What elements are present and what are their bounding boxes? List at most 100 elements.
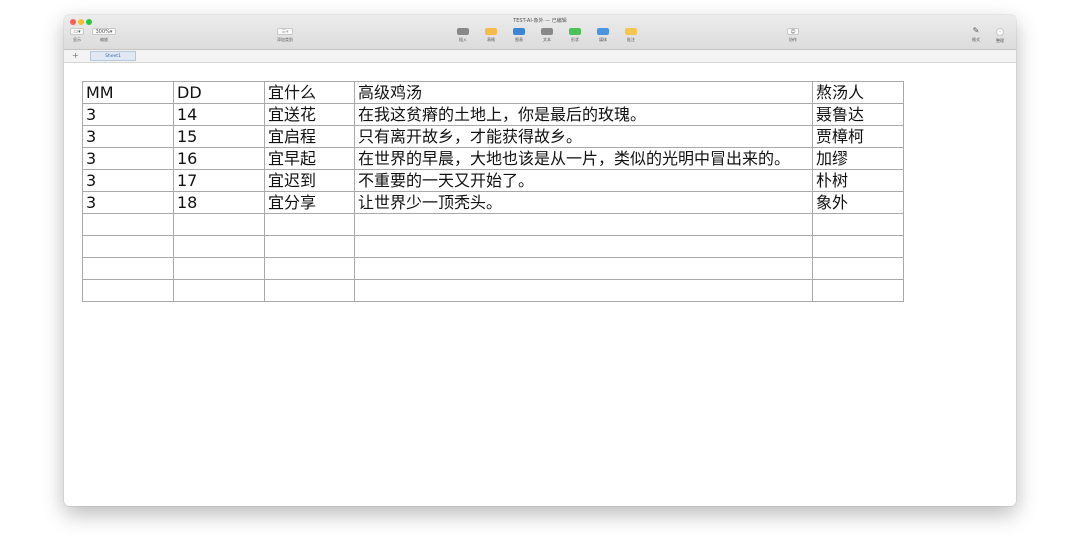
table-cell[interactable]: 14 bbox=[173, 103, 265, 126]
toolbar-label: 插入 bbox=[459, 37, 467, 42]
collaborate-label: 协作 bbox=[789, 37, 797, 42]
numbers-window: TEST-AI-象外 — 已编辑 ▭▾ 显示 300%▾ 缩放 ☰▾ 添加类别 … bbox=[64, 15, 1016, 506]
table-cell[interactable] bbox=[354, 235, 813, 258]
table-cell[interactable] bbox=[82, 213, 174, 236]
table-cell[interactable]: 17 bbox=[173, 169, 265, 192]
table-row: 3 14 宜送花 在我这贫瘠的土地上，你是最后的玫瑰。 聂鲁达 bbox=[82, 103, 904, 126]
table-row bbox=[82, 279, 904, 302]
window-title: TEST-AI-象外 — 已编辑 bbox=[513, 18, 567, 24]
table-cell[interactable] bbox=[812, 213, 904, 236]
sheet-tab-bar: + Sheet1 bbox=[64, 50, 1016, 63]
table-cell[interactable] bbox=[173, 279, 265, 302]
toolbar-media-button[interactable]: 媒体 bbox=[594, 28, 612, 43]
table-cell[interactable] bbox=[812, 257, 904, 280]
toolbar-comment-button[interactable]: 批注 bbox=[622, 28, 640, 43]
table-icon bbox=[485, 28, 497, 35]
table-cell[interactable]: 3 bbox=[82, 125, 174, 148]
organize-icon: ◦ bbox=[996, 28, 1004, 36]
table-cell[interactable] bbox=[173, 235, 265, 258]
add-sheet-button[interactable]: + bbox=[72, 50, 79, 61]
table-cell[interactable] bbox=[173, 257, 265, 280]
table-cell[interactable]: MM bbox=[82, 81, 174, 104]
category-icon: ☰▾ bbox=[277, 28, 293, 35]
table-cell[interactable]: 朴树 bbox=[812, 169, 904, 192]
toolbar-chart-button[interactable]: 图表 bbox=[510, 28, 528, 43]
toolbar-label: 表格 bbox=[487, 37, 495, 42]
table-cell[interactable] bbox=[354, 213, 813, 236]
text-icon bbox=[541, 28, 553, 35]
media-icon bbox=[597, 28, 609, 35]
table-row bbox=[82, 257, 904, 280]
zoom-label: 缩放 bbox=[100, 37, 108, 42]
toolbar-label: 媒体 bbox=[599, 37, 607, 42]
table-cell[interactable]: 聂鲁达 bbox=[812, 103, 904, 126]
table-cell[interactable] bbox=[812, 235, 904, 258]
organize-button[interactable]: ◦ 整理 bbox=[991, 28, 1009, 44]
sidebar-view-icon: ▭▾ bbox=[70, 28, 84, 35]
zoom-control[interactable]: 300%▾ 缩放 bbox=[91, 28, 117, 43]
toolbar: TEST-AI-象外 — 已编辑 ▭▾ 显示 300%▾ 缩放 ☰▾ 添加类别 … bbox=[64, 15, 1016, 50]
table-header-row: MM DD 宜什么 高级鸡汤 熬汤人 bbox=[82, 81, 904, 104]
toolbar-label: 批注 bbox=[627, 37, 635, 42]
table-cell[interactable]: 3 bbox=[82, 191, 174, 214]
table-cell[interactable]: 不重要的一天又开始了。 bbox=[354, 169, 813, 192]
view-button[interactable]: ▭▾ 显示 bbox=[67, 28, 87, 43]
table-row: 3 18 宜分享 让世界少一顶秃头。 象外 bbox=[82, 191, 904, 214]
table-row: 3 16 宜早起 在世界的早晨，大地也该是从一片，类似的光明中冒出来的。 加缪 bbox=[82, 147, 904, 170]
table-cell[interactable]: 宜什么 bbox=[264, 81, 355, 104]
table-cell[interactable] bbox=[82, 257, 174, 280]
format-brush-icon: ✎ bbox=[972, 26, 980, 35]
table-cell[interactable]: 只有离开故乡，才能获得故乡。 bbox=[354, 125, 813, 148]
table-row: 3 15 宜启程 只有离开故乡，才能获得故乡。 贾樟柯 bbox=[82, 125, 904, 148]
table-cell[interactable] bbox=[264, 213, 355, 236]
comment-icon bbox=[625, 28, 637, 35]
table-cell[interactable]: 3 bbox=[82, 147, 174, 170]
table-cell[interactable] bbox=[82, 279, 174, 302]
table-cell[interactable]: 宜送花 bbox=[264, 103, 355, 126]
table-cell[interactable]: 在我这贫瘠的土地上，你是最后的玫瑰。 bbox=[354, 103, 813, 126]
table-cell[interactable] bbox=[173, 213, 265, 236]
table-cell[interactable]: 让世界少一顶秃头。 bbox=[354, 191, 813, 214]
table-row bbox=[82, 235, 904, 258]
table-cell[interactable]: 熬汤人 bbox=[812, 81, 904, 104]
table-cell[interactable]: DD bbox=[173, 81, 265, 104]
table-cell[interactable]: 高级鸡汤 bbox=[354, 81, 813, 104]
toolbar-label: 图表 bbox=[515, 37, 523, 42]
toolbar-shape-button[interactable]: 形状 bbox=[566, 28, 584, 43]
zoom-select[interactable]: 300%▾ bbox=[92, 28, 116, 35]
table-cell[interactable] bbox=[264, 279, 355, 302]
table-cell[interactable]: 象外 bbox=[812, 191, 904, 214]
table-cell[interactable]: 16 bbox=[173, 147, 265, 170]
toolbar-label: 文本 bbox=[543, 37, 551, 42]
table-cell[interactable] bbox=[812, 279, 904, 302]
shape-icon bbox=[569, 28, 581, 35]
table-cell[interactable]: 宜分享 bbox=[264, 191, 355, 214]
table-cell[interactable] bbox=[354, 279, 813, 302]
table-cell[interactable]: 加缪 bbox=[812, 147, 904, 170]
table-cell[interactable]: 贾樟柯 bbox=[812, 125, 904, 148]
toolbar-table-button[interactable]: 表格 bbox=[482, 28, 500, 43]
table-row: 3 17 宜迟到 不重要的一天又开始了。 朴树 bbox=[82, 169, 904, 192]
toolbar-text-button[interactable]: 文本 bbox=[538, 28, 556, 43]
spreadsheet-table: MM DD 宜什么 高级鸡汤 熬汤人 3 14 宜送花 在我这贫瘠的土地上，你是最后的玫瑰。 聂鲁… bbox=[82, 81, 904, 302]
collaborate-icon: ☺ bbox=[787, 28, 799, 35]
toolbar-insert-button[interactable]: 插入 bbox=[454, 28, 472, 43]
view-label: 显示 bbox=[73, 37, 81, 42]
table-cell[interactable] bbox=[354, 257, 813, 280]
table-cell[interactable]: 在世界的早晨，大地也该是从一片，类似的光明中冒出来的。 bbox=[354, 147, 813, 170]
format-button[interactable]: ✎ 格式 bbox=[967, 26, 985, 43]
table-cell[interactable]: 宜早起 bbox=[264, 147, 355, 170]
table-cell[interactable]: 3 bbox=[82, 103, 174, 126]
collaborate-button[interactable]: ☺ 协作 bbox=[784, 28, 802, 43]
table-cell[interactable] bbox=[82, 235, 174, 258]
table-cell[interactable]: 宜迟到 bbox=[264, 169, 355, 192]
table-cell[interactable] bbox=[264, 257, 355, 280]
table-cell[interactable]: 宜启程 bbox=[264, 125, 355, 148]
table-cell[interactable] bbox=[264, 235, 355, 258]
zoom-value: 300% bbox=[95, 29, 110, 35]
add-category-button[interactable]: ☰▾ 添加类别 bbox=[274, 28, 296, 43]
table-cell[interactable]: 18 bbox=[173, 191, 265, 214]
table-cell[interactable]: 15 bbox=[173, 125, 265, 148]
sheet-tab-sheet1[interactable]: Sheet1 bbox=[90, 51, 136, 61]
table-cell[interactable]: 3 bbox=[82, 169, 174, 192]
